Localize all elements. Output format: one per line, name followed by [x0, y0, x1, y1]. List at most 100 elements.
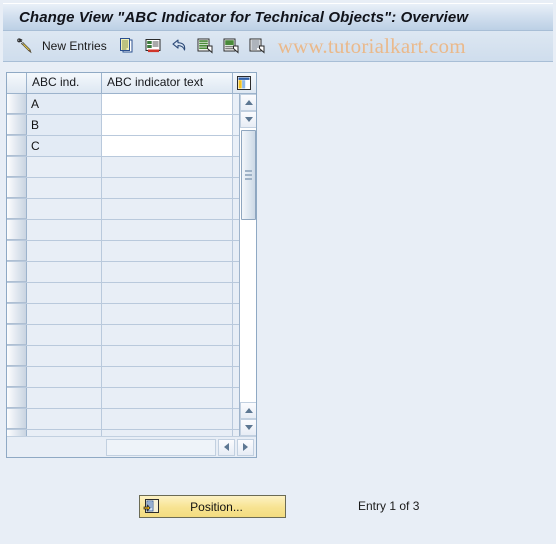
table-row[interactable]: B	[7, 115, 256, 136]
cell-abc-indicator-text[interactable]	[102, 199, 233, 219]
delete-button[interactable]	[140, 34, 166, 58]
row-select-cell[interactable]	[7, 199, 27, 219]
table-row[interactable]: A	[7, 94, 256, 115]
cell-abc-ind[interactable]	[27, 157, 102, 177]
position-button-label: Position...	[190, 499, 243, 514]
cell-abc-indicator-text[interactable]	[102, 283, 233, 303]
deselect-all-button[interactable]	[218, 34, 244, 58]
cell-abc-ind[interactable]	[27, 304, 102, 324]
cell-abc-ind[interactable]	[27, 262, 102, 282]
cell-abc-indicator-text[interactable]	[102, 367, 233, 387]
cell-abc-indicator-text[interactable]	[102, 178, 233, 198]
page-down-button[interactable]	[240, 419, 256, 436]
table-row[interactable]	[7, 220, 256, 241]
deselect-all-icon	[223, 38, 239, 54]
position-button[interactable]: Position...	[139, 495, 286, 518]
table-row[interactable]	[7, 388, 256, 409]
entry-status-text: Entry 1 of 3	[358, 499, 420, 513]
row-select-cell[interactable]	[7, 115, 27, 135]
cell-abc-ind[interactable]	[27, 325, 102, 345]
column-settings-button[interactable]	[233, 73, 255, 93]
cell-abc-ind[interactable]	[27, 178, 102, 198]
cell-abc-indicator-text[interactable]	[102, 304, 233, 324]
page-down-icon	[244, 425, 253, 430]
new-entries-label[interactable]: New Entries	[38, 39, 114, 53]
scroll-down-icon	[244, 117, 253, 122]
table-row[interactable]	[7, 283, 256, 304]
row-select-cell[interactable]	[7, 136, 27, 156]
scroll-up-button[interactable]	[240, 94, 256, 111]
cell-abc-ind[interactable]	[27, 346, 102, 366]
table-row[interactable]	[7, 325, 256, 346]
row-select-cell[interactable]	[7, 262, 27, 282]
row-select-cell[interactable]	[7, 388, 27, 408]
cell-abc-ind[interactable]	[27, 283, 102, 303]
cell-abc-ind[interactable]	[27, 367, 102, 387]
table-row[interactable]	[7, 409, 256, 430]
horizontal-scrollbar[interactable]	[7, 436, 256, 457]
cell-abc-indicator-text[interactable]	[102, 136, 233, 156]
row-select-cell[interactable]	[7, 241, 27, 261]
cell-abc-ind[interactable]: C	[27, 136, 102, 156]
cell-abc-indicator-text[interactable]	[102, 262, 233, 282]
cell-abc-ind[interactable]	[27, 409, 102, 429]
column-header-abc-ind[interactable]: ABC ind.	[27, 73, 102, 93]
header-select-all-cell[interactable]	[7, 73, 27, 93]
select-all-icon	[197, 38, 213, 54]
cell-abc-indicator-text[interactable]	[102, 94, 233, 114]
cell-abc-ind[interactable]	[27, 241, 102, 261]
table-row[interactable]	[7, 157, 256, 178]
cell-abc-ind[interactable]	[27, 388, 102, 408]
table-row[interactable]	[7, 178, 256, 199]
cell-abc-ind[interactable]: A	[27, 94, 102, 114]
cell-abc-ind[interactable]	[27, 199, 102, 219]
scroll-down-button[interactable]	[240, 111, 256, 128]
page-title: Change View "ABC Indicator for Technical…	[19, 8, 469, 26]
cell-abc-ind[interactable]	[27, 220, 102, 240]
toolbar: New Entries www.tutorialkart.com	[3, 31, 553, 62]
copy-as-icon	[119, 38, 133, 53]
table-row[interactable]	[7, 304, 256, 325]
table-row[interactable]	[7, 367, 256, 388]
table-row[interactable]	[7, 199, 256, 220]
cell-abc-indicator-text[interactable]	[102, 346, 233, 366]
row-select-cell[interactable]	[7, 220, 27, 240]
row-select-cell[interactable]	[7, 409, 27, 429]
row-select-cell[interactable]	[7, 94, 27, 114]
select-all-button[interactable]	[192, 34, 218, 58]
table-row[interactable]: C	[7, 136, 256, 157]
scroll-left-button[interactable]	[218, 438, 235, 456]
row-select-cell[interactable]	[7, 346, 27, 366]
abc-indicator-table: ABC ind. ABC indicator text ABC	[6, 72, 257, 458]
table-row[interactable]	[7, 346, 256, 367]
vertical-scroll-thumb[interactable]	[241, 130, 256, 220]
row-select-cell[interactable]	[7, 283, 27, 303]
copy-as-button[interactable]	[114, 34, 140, 58]
row-select-cell[interactable]	[7, 325, 27, 345]
undo-button[interactable]	[166, 34, 192, 58]
row-select-cell[interactable]	[7, 157, 27, 177]
cell-abc-indicator-text[interactable]	[102, 115, 233, 135]
cell-abc-indicator-text[interactable]	[102, 241, 233, 261]
horizontal-scroll-track[interactable]	[106, 438, 216, 456]
details-icon	[249, 38, 265, 54]
table-row[interactable]	[7, 262, 256, 283]
row-select-cell[interactable]	[7, 178, 27, 198]
row-select-cell[interactable]	[7, 304, 27, 324]
row-select-cell[interactable]	[7, 367, 27, 387]
details-button[interactable]	[244, 34, 270, 58]
column-header-abc-indicator-text[interactable]: ABC indicator text	[102, 73, 233, 93]
position-icon	[143, 499, 159, 513]
table-row[interactable]	[7, 241, 256, 262]
cell-abc-indicator-text[interactable]	[102, 409, 233, 429]
scroll-right-button[interactable]	[237, 438, 254, 456]
cell-abc-indicator-text[interactable]	[102, 388, 233, 408]
display-change-button[interactable]	[12, 34, 38, 58]
page-up-button[interactable]	[240, 402, 256, 419]
cell-abc-indicator-text[interactable]	[102, 157, 233, 177]
cell-abc-ind[interactable]: B	[27, 115, 102, 135]
cell-abc-indicator-text[interactable]	[102, 325, 233, 345]
column-settings-icon	[237, 76, 251, 90]
vertical-scrollbar[interactable]	[239, 94, 256, 436]
cell-abc-indicator-text[interactable]	[102, 220, 233, 240]
